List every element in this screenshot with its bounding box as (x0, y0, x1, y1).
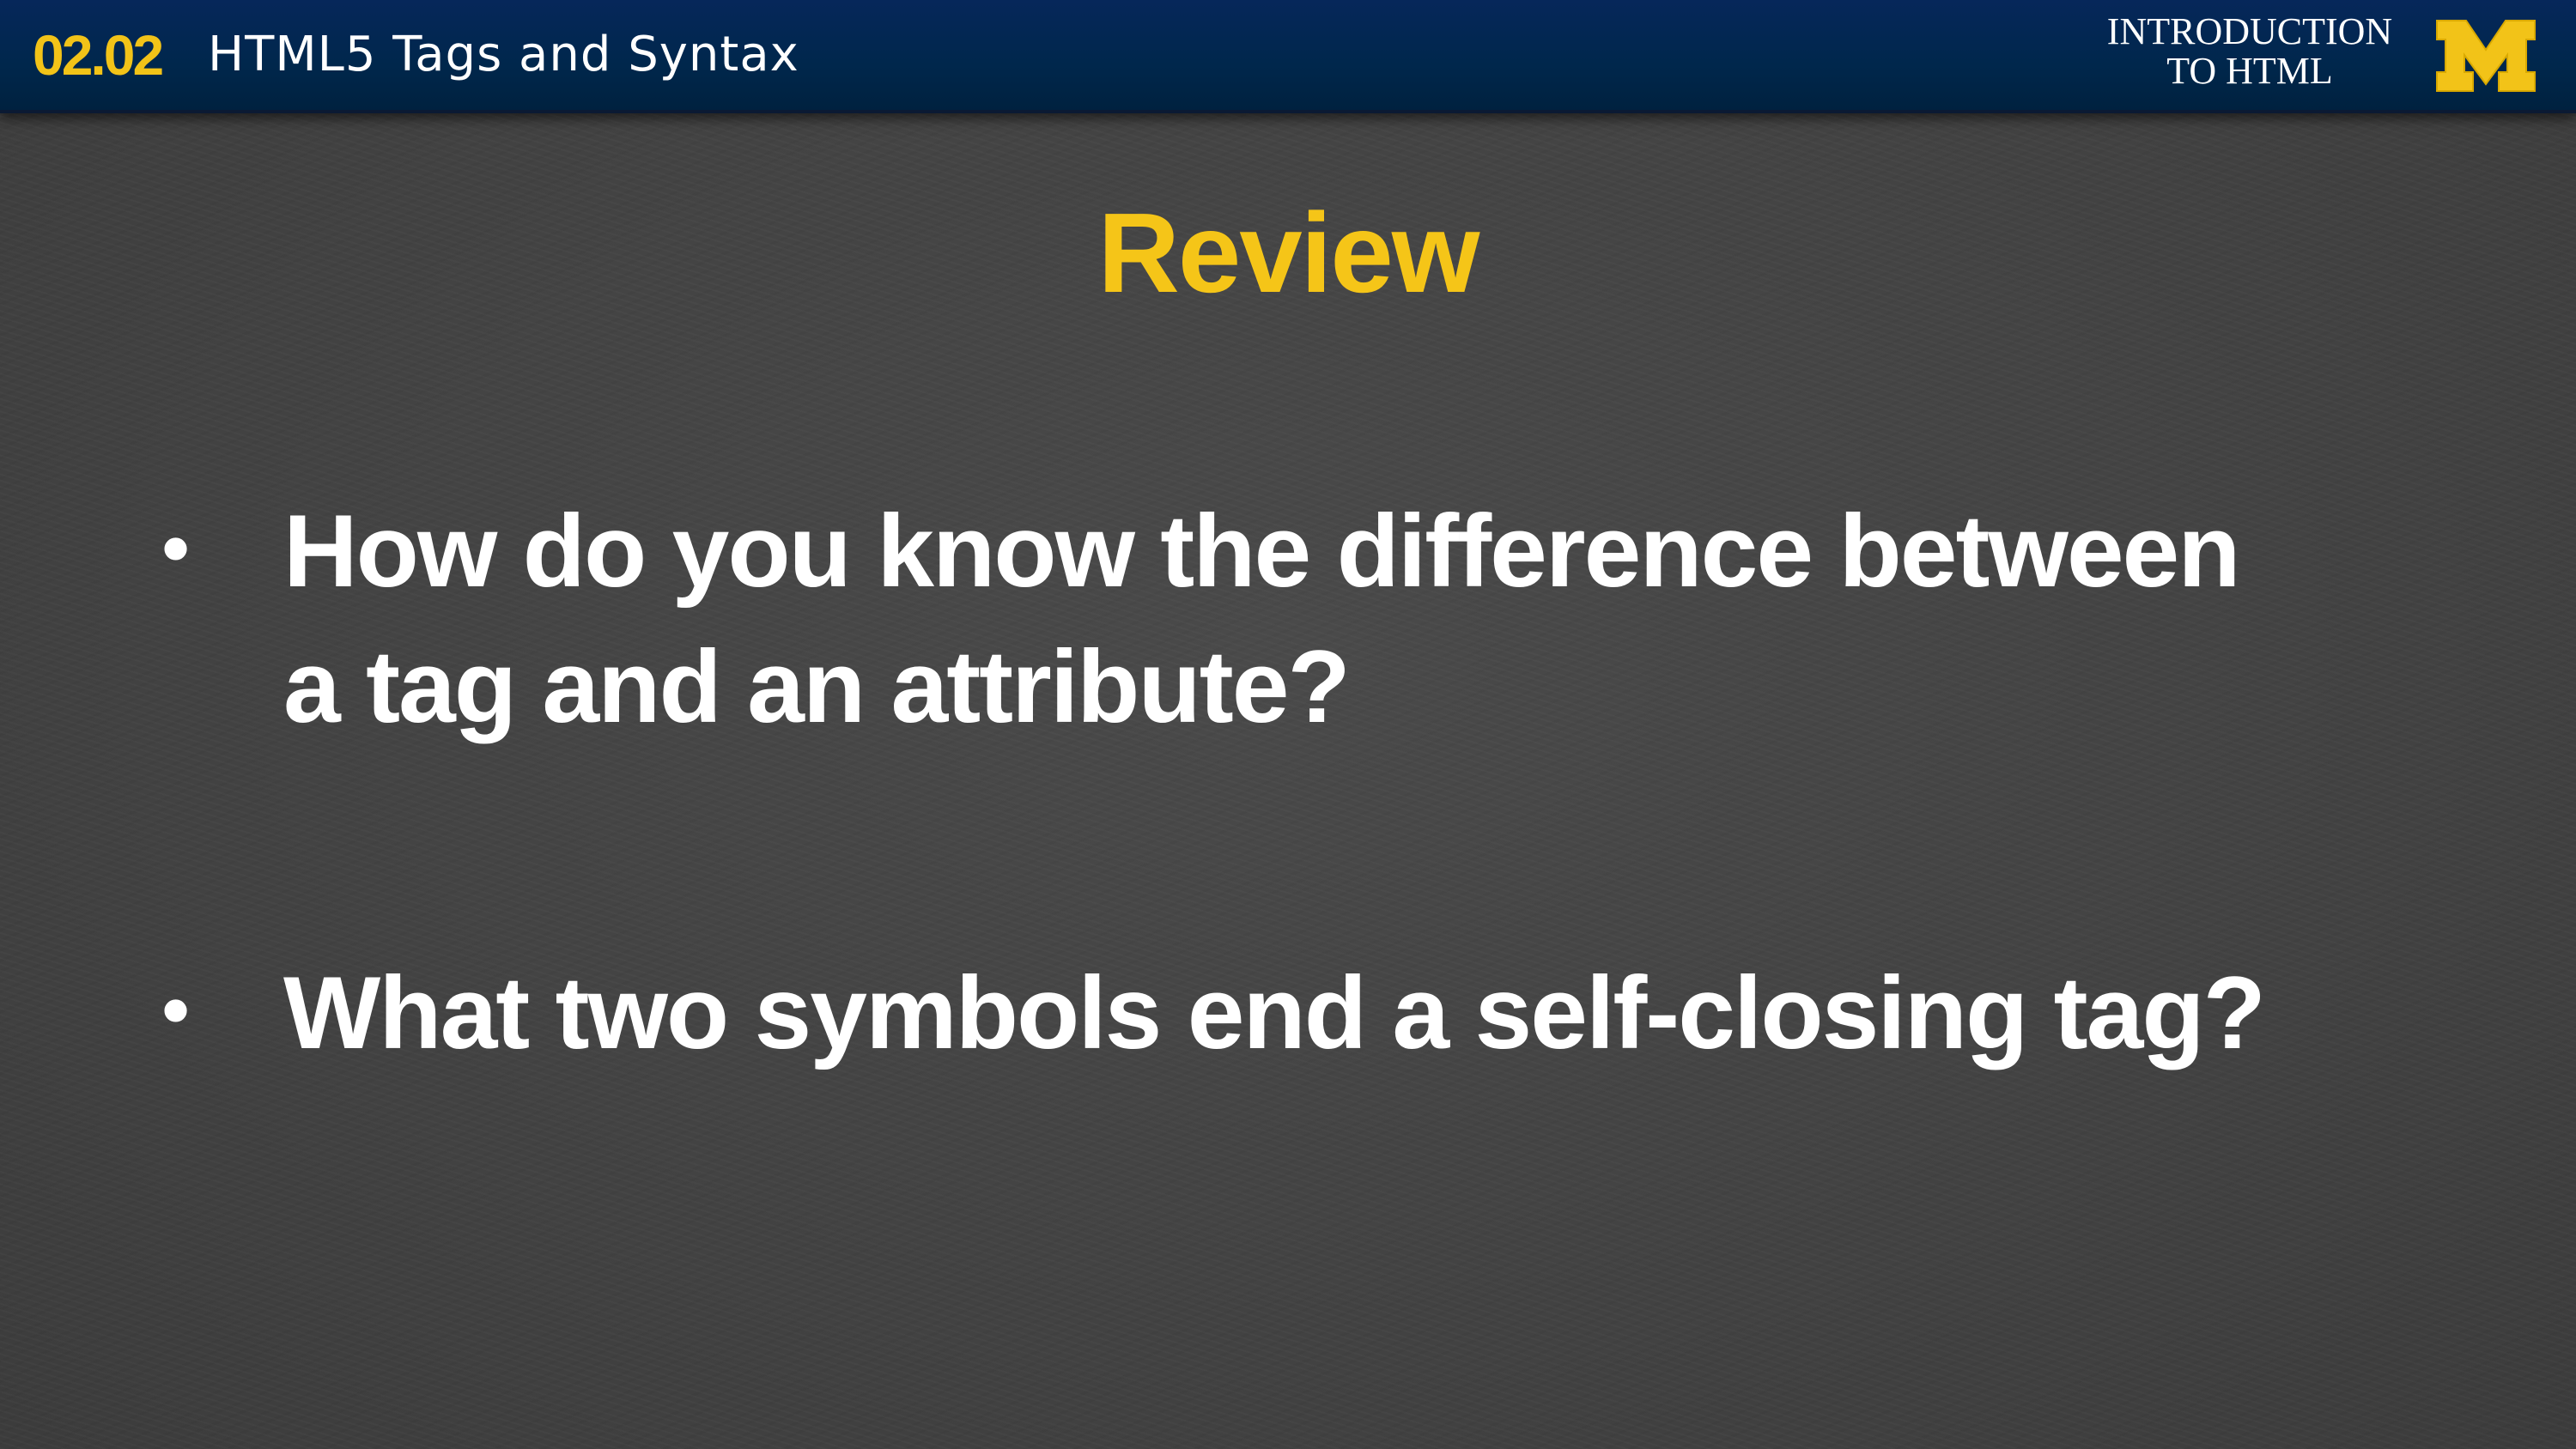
bullet-1-line1: How do you know the difference between (283, 494, 2241, 609)
bullet-2-dot: • (153, 968, 199, 1058)
bullet-list: • How do you know the difference between… (0, 0, 2576, 1449)
bullet-2-line1: What two symbols end a self-closing tag? (283, 955, 2266, 1070)
bullet-1-line2: a tag and an attribute? (283, 629, 1351, 744)
slide: 02.02 HTML5 Tags and Syntax INTRODUCTION… (0, 0, 2576, 1449)
bullet-1-dot: • (153, 506, 199, 597)
